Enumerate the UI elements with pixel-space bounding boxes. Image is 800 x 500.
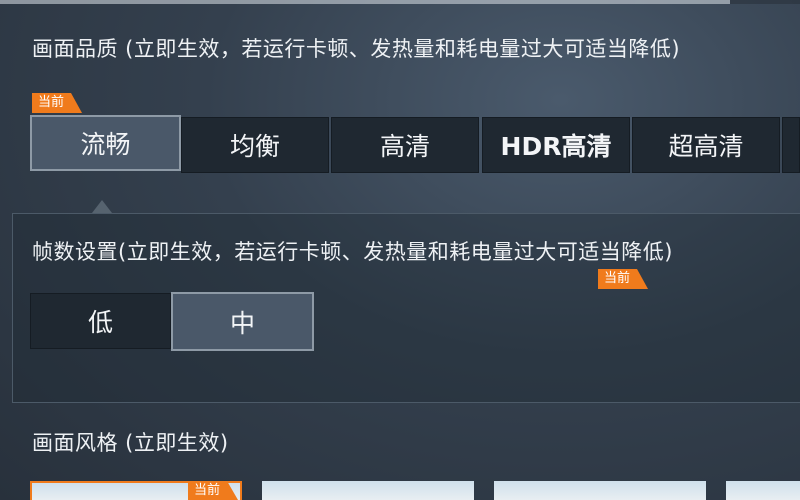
style-thumbnail-4[interactable] [726, 481, 800, 500]
quality-option-ultra-hd[interactable]: 超高清 [632, 117, 780, 173]
quality-option-hdr-hd[interactable]: HDR高清 [482, 117, 630, 173]
style-thumbnail-3[interactable] [494, 481, 706, 500]
style-thumbnail-2[interactable] [262, 481, 474, 500]
framerate-option-medium[interactable]: 中 [171, 292, 314, 351]
framerate-option-low[interactable]: 低 [30, 293, 171, 349]
panel-pointer-caret [92, 200, 112, 213]
quality-option-hd[interactable]: 高清 [331, 117, 479, 173]
quality-current-badge: 当前 [32, 93, 83, 113]
quality-option-smooth[interactable]: 流畅 [30, 115, 181, 171]
quality-option-overflow[interactable] [782, 117, 800, 173]
style-heading: 画面风格 (立即生效) [32, 431, 229, 455]
quality-option-balanced[interactable]: 均衡 [181, 117, 329, 173]
quality-heading: 画面品质 (立即生效，若运行卡顿、发热量和耗电量过大可适当降低) [32, 37, 681, 61]
top-edge [0, 0, 800, 4]
framerate-heading: 帧数设置(立即生效，若运行卡顿、发热量和耗电量过大可适当降低) [32, 240, 673, 264]
